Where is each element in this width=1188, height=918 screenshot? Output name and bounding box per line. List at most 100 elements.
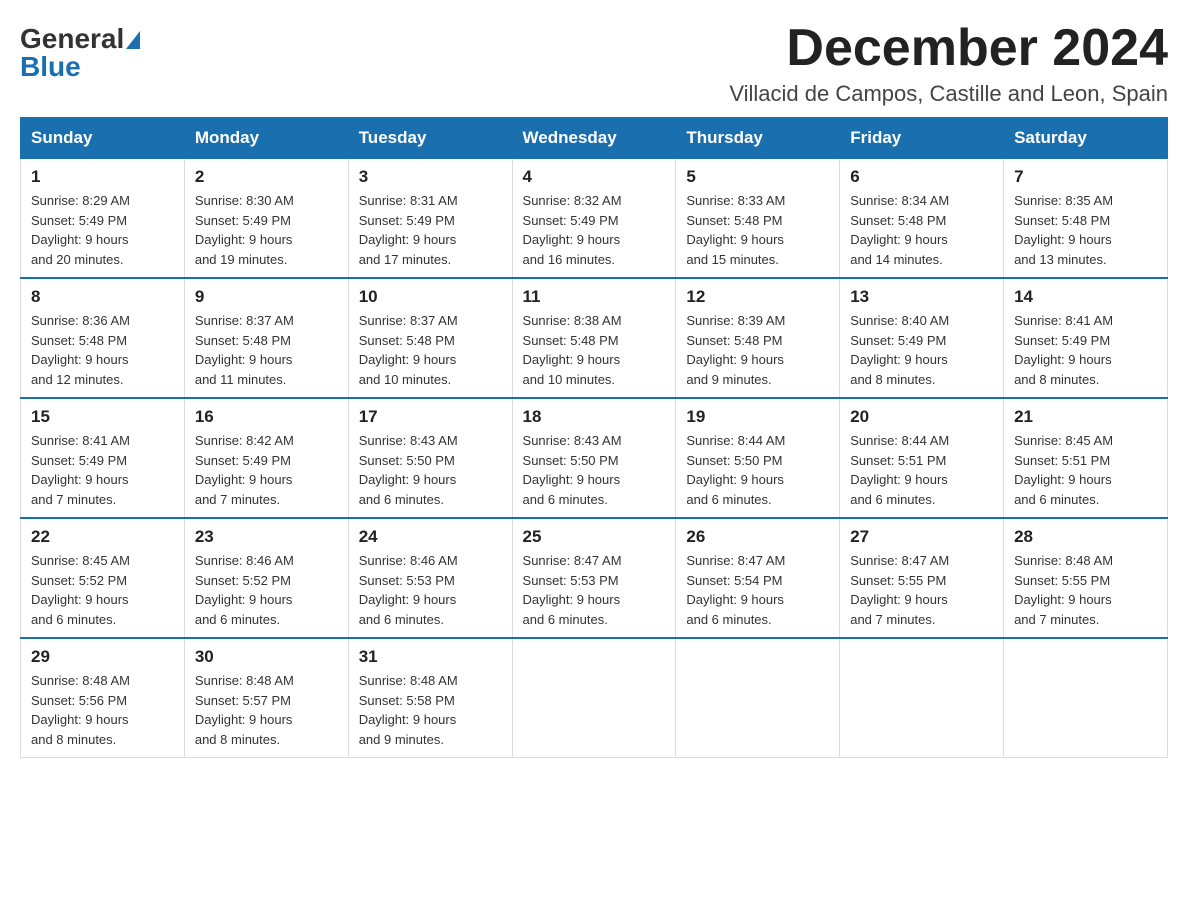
col-tuesday: Tuesday	[348, 118, 512, 159]
table-row: 21 Sunrise: 8:45 AMSunset: 5:51 PMDaylig…	[1004, 398, 1168, 518]
day-number: 4	[523, 167, 666, 187]
calendar-week-3: 15 Sunrise: 8:41 AMSunset: 5:49 PMDaylig…	[21, 398, 1168, 518]
day-info: Sunrise: 8:48 AMSunset: 5:57 PMDaylight:…	[195, 673, 294, 747]
day-info: Sunrise: 8:34 AMSunset: 5:48 PMDaylight:…	[850, 193, 949, 267]
day-number: 5	[686, 167, 829, 187]
day-info: Sunrise: 8:40 AMSunset: 5:49 PMDaylight:…	[850, 313, 949, 387]
day-number: 29	[31, 647, 174, 667]
subtitle: Villacid de Campos, Castille and Leon, S…	[729, 81, 1168, 107]
col-thursday: Thursday	[676, 118, 840, 159]
day-info: Sunrise: 8:37 AMSunset: 5:48 PMDaylight:…	[359, 313, 458, 387]
day-info: Sunrise: 8:41 AMSunset: 5:49 PMDaylight:…	[1014, 313, 1113, 387]
day-info: Sunrise: 8:43 AMSunset: 5:50 PMDaylight:…	[523, 433, 622, 507]
day-number: 1	[31, 167, 174, 187]
table-row: 23 Sunrise: 8:46 AMSunset: 5:52 PMDaylig…	[184, 518, 348, 638]
table-row: 1 Sunrise: 8:29 AMSunset: 5:49 PMDayligh…	[21, 159, 185, 279]
day-number: 14	[1014, 287, 1157, 307]
calendar-week-4: 22 Sunrise: 8:45 AMSunset: 5:52 PMDaylig…	[21, 518, 1168, 638]
day-info: Sunrise: 8:47 AMSunset: 5:54 PMDaylight:…	[686, 553, 785, 627]
day-info: Sunrise: 8:38 AMSunset: 5:48 PMDaylight:…	[523, 313, 622, 387]
table-row: 6 Sunrise: 8:34 AMSunset: 5:48 PMDayligh…	[840, 159, 1004, 279]
table-row: 16 Sunrise: 8:42 AMSunset: 5:49 PMDaylig…	[184, 398, 348, 518]
day-number: 22	[31, 527, 174, 547]
table-row: 13 Sunrise: 8:40 AMSunset: 5:49 PMDaylig…	[840, 278, 1004, 398]
table-row: 20 Sunrise: 8:44 AMSunset: 5:51 PMDaylig…	[840, 398, 1004, 518]
day-number: 16	[195, 407, 338, 427]
logo-triangle-icon	[126, 31, 140, 49]
table-row: 31 Sunrise: 8:48 AMSunset: 5:58 PMDaylig…	[348, 638, 512, 758]
title-section: December 2024 Villacid de Campos, Castil…	[729, 20, 1168, 107]
day-info: Sunrise: 8:47 AMSunset: 5:53 PMDaylight:…	[523, 553, 622, 627]
day-info: Sunrise: 8:48 AMSunset: 5:58 PMDaylight:…	[359, 673, 458, 747]
day-info: Sunrise: 8:46 AMSunset: 5:52 PMDaylight:…	[195, 553, 294, 627]
table-row	[1004, 638, 1168, 758]
day-info: Sunrise: 8:39 AMSunset: 5:48 PMDaylight:…	[686, 313, 785, 387]
day-number: 7	[1014, 167, 1157, 187]
col-friday: Friday	[840, 118, 1004, 159]
day-number: 26	[686, 527, 829, 547]
day-info: Sunrise: 8:43 AMSunset: 5:50 PMDaylight:…	[359, 433, 458, 507]
table-row	[512, 638, 676, 758]
day-info: Sunrise: 8:41 AMSunset: 5:49 PMDaylight:…	[31, 433, 130, 507]
day-info: Sunrise: 8:45 AMSunset: 5:52 PMDaylight:…	[31, 553, 130, 627]
table-row: 22 Sunrise: 8:45 AMSunset: 5:52 PMDaylig…	[21, 518, 185, 638]
table-row: 11 Sunrise: 8:38 AMSunset: 5:48 PMDaylig…	[512, 278, 676, 398]
table-row: 29 Sunrise: 8:48 AMSunset: 5:56 PMDaylig…	[21, 638, 185, 758]
day-number: 25	[523, 527, 666, 547]
day-number: 23	[195, 527, 338, 547]
table-row: 5 Sunrise: 8:33 AMSunset: 5:48 PMDayligh…	[676, 159, 840, 279]
day-info: Sunrise: 8:48 AMSunset: 5:56 PMDaylight:…	[31, 673, 130, 747]
table-row: 10 Sunrise: 8:37 AMSunset: 5:48 PMDaylig…	[348, 278, 512, 398]
table-row: 24 Sunrise: 8:46 AMSunset: 5:53 PMDaylig…	[348, 518, 512, 638]
logo-blue-text: Blue	[20, 53, 81, 81]
day-info: Sunrise: 8:35 AMSunset: 5:48 PMDaylight:…	[1014, 193, 1113, 267]
table-row: 19 Sunrise: 8:44 AMSunset: 5:50 PMDaylig…	[676, 398, 840, 518]
calendar-header-row: Sunday Monday Tuesday Wednesday Thursday…	[21, 118, 1168, 159]
day-number: 15	[31, 407, 174, 427]
day-number: 20	[850, 407, 993, 427]
day-info: Sunrise: 8:37 AMSunset: 5:48 PMDaylight:…	[195, 313, 294, 387]
day-info: Sunrise: 8:47 AMSunset: 5:55 PMDaylight:…	[850, 553, 949, 627]
day-number: 9	[195, 287, 338, 307]
col-monday: Monday	[184, 118, 348, 159]
table-row: 7 Sunrise: 8:35 AMSunset: 5:48 PMDayligh…	[1004, 159, 1168, 279]
calendar-week-5: 29 Sunrise: 8:48 AMSunset: 5:56 PMDaylig…	[21, 638, 1168, 758]
day-info: Sunrise: 8:30 AMSunset: 5:49 PMDaylight:…	[195, 193, 294, 267]
col-wednesday: Wednesday	[512, 118, 676, 159]
day-info: Sunrise: 8:48 AMSunset: 5:55 PMDaylight:…	[1014, 553, 1113, 627]
table-row: 17 Sunrise: 8:43 AMSunset: 5:50 PMDaylig…	[348, 398, 512, 518]
day-number: 12	[686, 287, 829, 307]
day-number: 6	[850, 167, 993, 187]
col-sunday: Sunday	[21, 118, 185, 159]
page-header: General Blue December 2024 Villacid de C…	[20, 20, 1168, 107]
day-number: 17	[359, 407, 502, 427]
logo-general-text: General	[20, 25, 140, 53]
table-row: 3 Sunrise: 8:31 AMSunset: 5:49 PMDayligh…	[348, 159, 512, 279]
table-row: 25 Sunrise: 8:47 AMSunset: 5:53 PMDaylig…	[512, 518, 676, 638]
col-saturday: Saturday	[1004, 118, 1168, 159]
table-row: 8 Sunrise: 8:36 AMSunset: 5:48 PMDayligh…	[21, 278, 185, 398]
day-info: Sunrise: 8:29 AMSunset: 5:49 PMDaylight:…	[31, 193, 130, 267]
day-number: 31	[359, 647, 502, 667]
logo: General Blue	[20, 20, 140, 81]
day-number: 19	[686, 407, 829, 427]
table-row: 9 Sunrise: 8:37 AMSunset: 5:48 PMDayligh…	[184, 278, 348, 398]
table-row: 14 Sunrise: 8:41 AMSunset: 5:49 PMDaylig…	[1004, 278, 1168, 398]
day-info: Sunrise: 8:46 AMSunset: 5:53 PMDaylight:…	[359, 553, 458, 627]
table-row: 2 Sunrise: 8:30 AMSunset: 5:49 PMDayligh…	[184, 159, 348, 279]
day-number: 2	[195, 167, 338, 187]
table-row: 12 Sunrise: 8:39 AMSunset: 5:48 PMDaylig…	[676, 278, 840, 398]
day-info: Sunrise: 8:33 AMSunset: 5:48 PMDaylight:…	[686, 193, 785, 267]
day-info: Sunrise: 8:32 AMSunset: 5:49 PMDaylight:…	[523, 193, 622, 267]
day-number: 28	[1014, 527, 1157, 547]
table-row: 4 Sunrise: 8:32 AMSunset: 5:49 PMDayligh…	[512, 159, 676, 279]
table-row	[840, 638, 1004, 758]
calendar-week-1: 1 Sunrise: 8:29 AMSunset: 5:49 PMDayligh…	[21, 159, 1168, 279]
day-number: 8	[31, 287, 174, 307]
table-row: 28 Sunrise: 8:48 AMSunset: 5:55 PMDaylig…	[1004, 518, 1168, 638]
day-number: 18	[523, 407, 666, 427]
table-row	[676, 638, 840, 758]
main-title: December 2024	[729, 20, 1168, 77]
day-info: Sunrise: 8:36 AMSunset: 5:48 PMDaylight:…	[31, 313, 130, 387]
table-row: 18 Sunrise: 8:43 AMSunset: 5:50 PMDaylig…	[512, 398, 676, 518]
